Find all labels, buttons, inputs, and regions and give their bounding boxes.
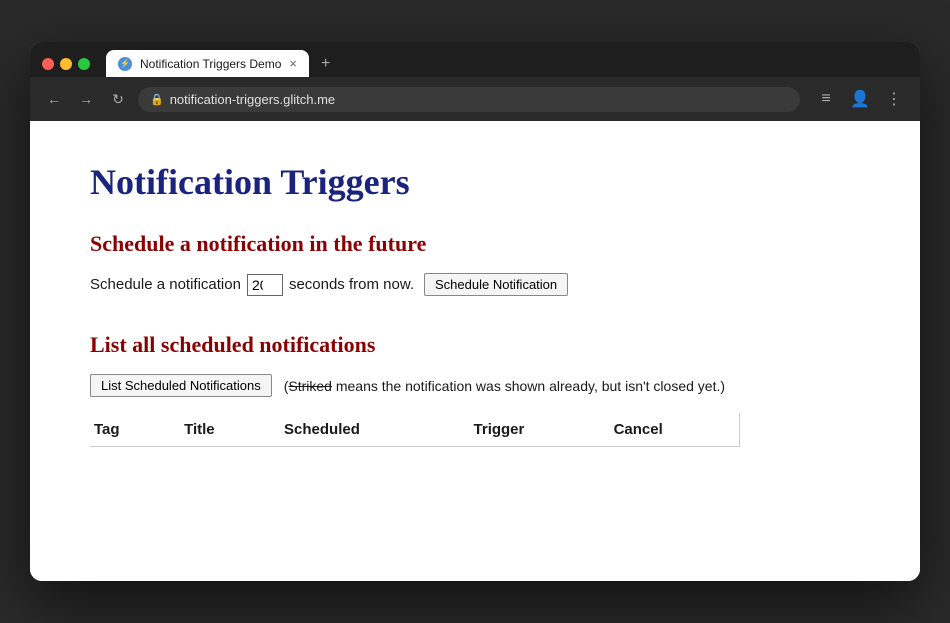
list-scheduled-notifications-button[interactable]: List Scheduled Notifications — [90, 374, 272, 397]
schedule-seconds-input[interactable] — [247, 274, 283, 296]
new-tab-button[interactable]: + — [321, 55, 330, 73]
lock-icon: 🔒 — [150, 93, 164, 106]
hint-rest: means the notification was shown already… — [332, 378, 725, 394]
menu-icon[interactable]: ≡ — [812, 85, 840, 113]
toolbar-icons: ≡ 👤 ⋮ — [812, 85, 908, 113]
col-header-title: Title — [180, 413, 280, 447]
maximize-button[interactable] — [78, 58, 90, 70]
schedule-label-before: Schedule a notification — [90, 276, 241, 293]
tab-row: Notification Triggers Demo × + — [30, 42, 920, 77]
close-button[interactable] — [42, 58, 54, 70]
tab-favicon — [118, 57, 132, 71]
browser-window: Notification Triggers Demo × + ← → ↻ 🔒 n… — [30, 42, 920, 581]
hint-text: (Striked means the notification was show… — [284, 378, 725, 394]
col-header-trigger: Trigger — [470, 413, 610, 447]
section1-title: Schedule a notification in the future — [90, 231, 860, 257]
col-header-tag: Tag — [90, 413, 180, 447]
table-header-row: Tag Title Scheduled Trigger Cancel — [90, 413, 740, 447]
traffic-lights — [42, 58, 90, 70]
url-text: notification-triggers.glitch.me — [170, 92, 335, 107]
notifications-table-container: Tag Title Scheduled Trigger Cancel — [90, 413, 860, 447]
more-icon[interactable]: ⋮ — [880, 85, 908, 113]
schedule-label-after: seconds from now. — [289, 276, 414, 293]
profile-icon[interactable]: 👤 — [846, 85, 874, 113]
tab-close-button[interactable]: × — [289, 56, 297, 71]
schedule-row: Schedule a notification seconds from now… — [90, 273, 860, 296]
schedule-notification-button[interactable]: Schedule Notification — [424, 273, 568, 296]
back-button[interactable]: ← — [42, 87, 66, 111]
title-bar: Notification Triggers Demo × + ← → ↻ 🔒 n… — [30, 42, 920, 121]
section2-title: List all scheduled notifications — [90, 332, 860, 358]
striked-text: Striked — [288, 378, 332, 394]
page-title: Notification Triggers — [90, 161, 860, 203]
list-row: List Scheduled Notifications (Striked me… — [90, 374, 860, 397]
address-bar: ← → ↻ 🔒 notification-triggers.glitch.me … — [30, 77, 920, 121]
active-tab[interactable]: Notification Triggers Demo × — [106, 50, 309, 77]
page-content: Notification Triggers Schedule a notific… — [30, 121, 920, 581]
reload-button[interactable]: ↻ — [106, 87, 130, 111]
notifications-table: Tag Title Scheduled Trigger Cancel — [90, 413, 740, 447]
table-header: Tag Title Scheduled Trigger Cancel — [90, 413, 740, 447]
minimize-button[interactable] — [60, 58, 72, 70]
tab-title: Notification Triggers Demo — [140, 57, 281, 71]
col-header-scheduled: Scheduled — [280, 413, 469, 447]
col-header-cancel: Cancel — [610, 413, 740, 447]
forward-button[interactable]: → — [74, 87, 98, 111]
url-bar[interactable]: 🔒 notification-triggers.glitch.me — [138, 87, 800, 112]
